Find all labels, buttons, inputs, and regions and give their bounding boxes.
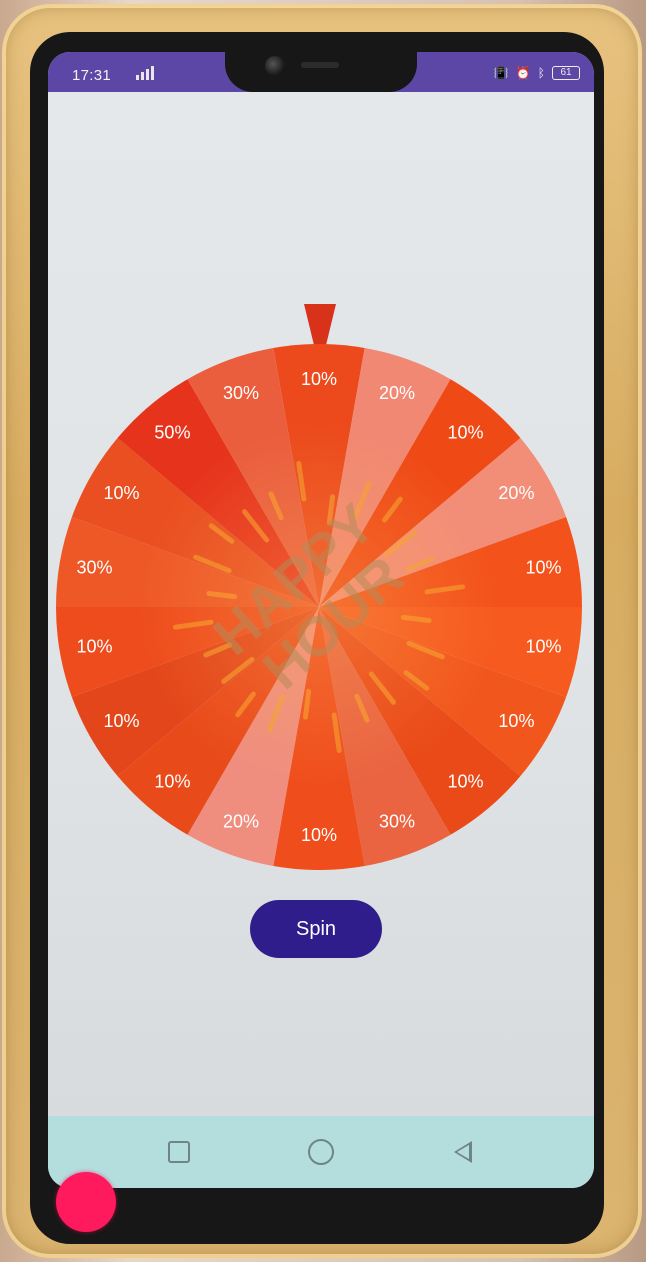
status-icons: 📳 ⏰ ᛒ 61 bbox=[494, 66, 580, 80]
back-button[interactable] bbox=[443, 1132, 483, 1172]
earpiece-speaker bbox=[301, 62, 339, 68]
screen: 17:31 📳 ⏰ ᛒ 61 HAPPY HOUR 10% 20% 10% 20… bbox=[48, 52, 594, 1188]
prize-wheel[interactable]: HAPPY HOUR 10%20%10%20%10%10%10%10%30%10… bbox=[56, 344, 582, 870]
signal-icon bbox=[136, 66, 154, 80]
wheel-segment-label: 10% bbox=[76, 637, 112, 657]
alarm-icon: ⏰ bbox=[515, 66, 531, 80]
wheel-segment-label: 10% bbox=[526, 557, 562, 577]
recents-button[interactable] bbox=[159, 1132, 199, 1172]
status-time: 17:31 bbox=[72, 67, 112, 84]
navigation-bar bbox=[48, 1116, 594, 1188]
wheel-segment-label: 20% bbox=[379, 383, 415, 403]
wheel-segment-label: 10% bbox=[448, 422, 484, 442]
wheel-segment-label: 30% bbox=[76, 557, 112, 577]
home-button[interactable] bbox=[301, 1132, 341, 1172]
wheel-segment-label: 20% bbox=[498, 483, 534, 503]
front-camera bbox=[265, 56, 285, 76]
spin-button[interactable]: Spin bbox=[250, 900, 382, 958]
wheel-segment-label: 10% bbox=[104, 711, 140, 731]
wheel-segment-label: 10% bbox=[104, 483, 140, 503]
vibrate-icon: 📳 bbox=[493, 66, 509, 80]
wheel-segment-label: 30% bbox=[379, 811, 415, 831]
wheel-segment-label: 10% bbox=[448, 772, 484, 792]
wheel-segment-label: 30% bbox=[223, 383, 259, 403]
battery-icon: 61 bbox=[552, 66, 580, 80]
status-bar: 17:31 📳 ⏰ ᛒ 61 bbox=[48, 52, 594, 92]
bluetooth-icon: ᛒ bbox=[537, 66, 545, 80]
notch bbox=[225, 52, 417, 92]
home-icon bbox=[308, 1139, 334, 1165]
wheel-segment-label: 20% bbox=[223, 811, 259, 831]
recents-icon bbox=[168, 1141, 190, 1163]
back-icon bbox=[454, 1141, 472, 1163]
touch-indicator bbox=[56, 1172, 116, 1232]
wheel-segment-label: 10% bbox=[526, 637, 562, 657]
wheel-segment-label: 10% bbox=[301, 369, 337, 389]
wheel-segment-label: 10% bbox=[498, 711, 534, 731]
app-content: HAPPY HOUR 10% 20% 10% 20% 10% 10% 10% 10% 30% 10… bbox=[48, 92, 594, 1116]
wheel-segment-label: 50% bbox=[154, 422, 190, 442]
wheel-segment-label: 10% bbox=[301, 825, 337, 845]
wheel-segment-label: 10% bbox=[154, 772, 190, 792]
